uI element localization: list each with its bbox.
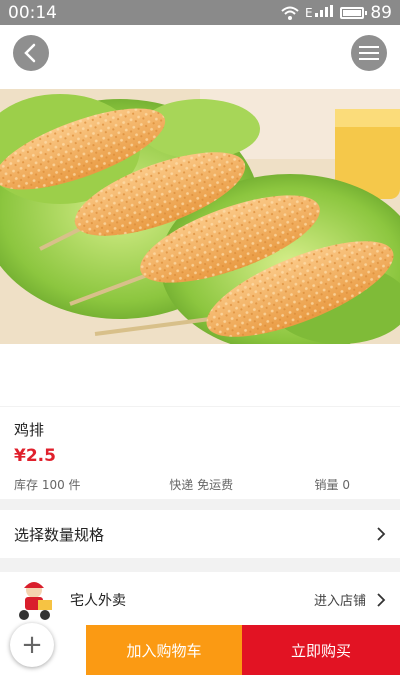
status-time: 00:14 [8,2,57,23]
product-meta: 库存 100 件 快递 免运费 销量 0 [14,476,386,493]
image-spacer [0,344,400,406]
status-bar: 00:14 E 89 [0,0,400,25]
status-icons: E 89 [281,3,392,23]
battery-icon [340,6,368,19]
stock-label: 库存 100 件 [14,478,81,492]
header [0,25,400,89]
chevron-left-icon [24,43,36,63]
spec-selector-row[interactable]: 选择数量规格 [0,510,400,558]
shop-row: 宅人外卖 进入店铺 [0,572,400,627]
chevron-right-icon [377,527,386,541]
fried-chicken-image [0,89,400,344]
hamburger-menu-icon [359,46,379,60]
shipping-label: 快递 免运费 [169,478,234,492]
add-to-cart-button[interactable]: 加入购物车 [86,625,242,675]
delivery-mascot-icon [19,581,52,620]
menu-button[interactable] [351,35,387,71]
product-info: 鸡排 ¥2.5 库存 100 件 快递 免运费 销量 0 [0,407,400,499]
plus-fab-button[interactable]: + [10,623,54,667]
back-button[interactable] [13,35,49,71]
signal-type-label: E [304,6,313,20]
signal-bars-icon [315,5,334,17]
product-name: 鸡排 [14,421,45,439]
battery-level: 89 [370,2,392,23]
shop-logo [12,578,56,622]
bottom-action-bar: 加入购物车 立即购买 [0,625,400,675]
buy-now-button[interactable]: 立即购买 [242,625,400,675]
wifi-icon [281,6,299,20]
enter-shop-link[interactable]: 进入店铺 [314,590,400,609]
spec-selector-label: 选择数量规格 [14,525,105,544]
shop-name: 宅人外卖 [70,592,126,609]
plus-icon: + [21,630,43,660]
product-price: ¥2.5 [14,446,56,466]
sales-label: 销量 0 [314,478,350,492]
enter-shop-label: 进入店铺 [313,594,366,609]
product-image [0,89,400,344]
chevron-right-icon [377,592,386,607]
signal-icon: E [305,5,334,20]
